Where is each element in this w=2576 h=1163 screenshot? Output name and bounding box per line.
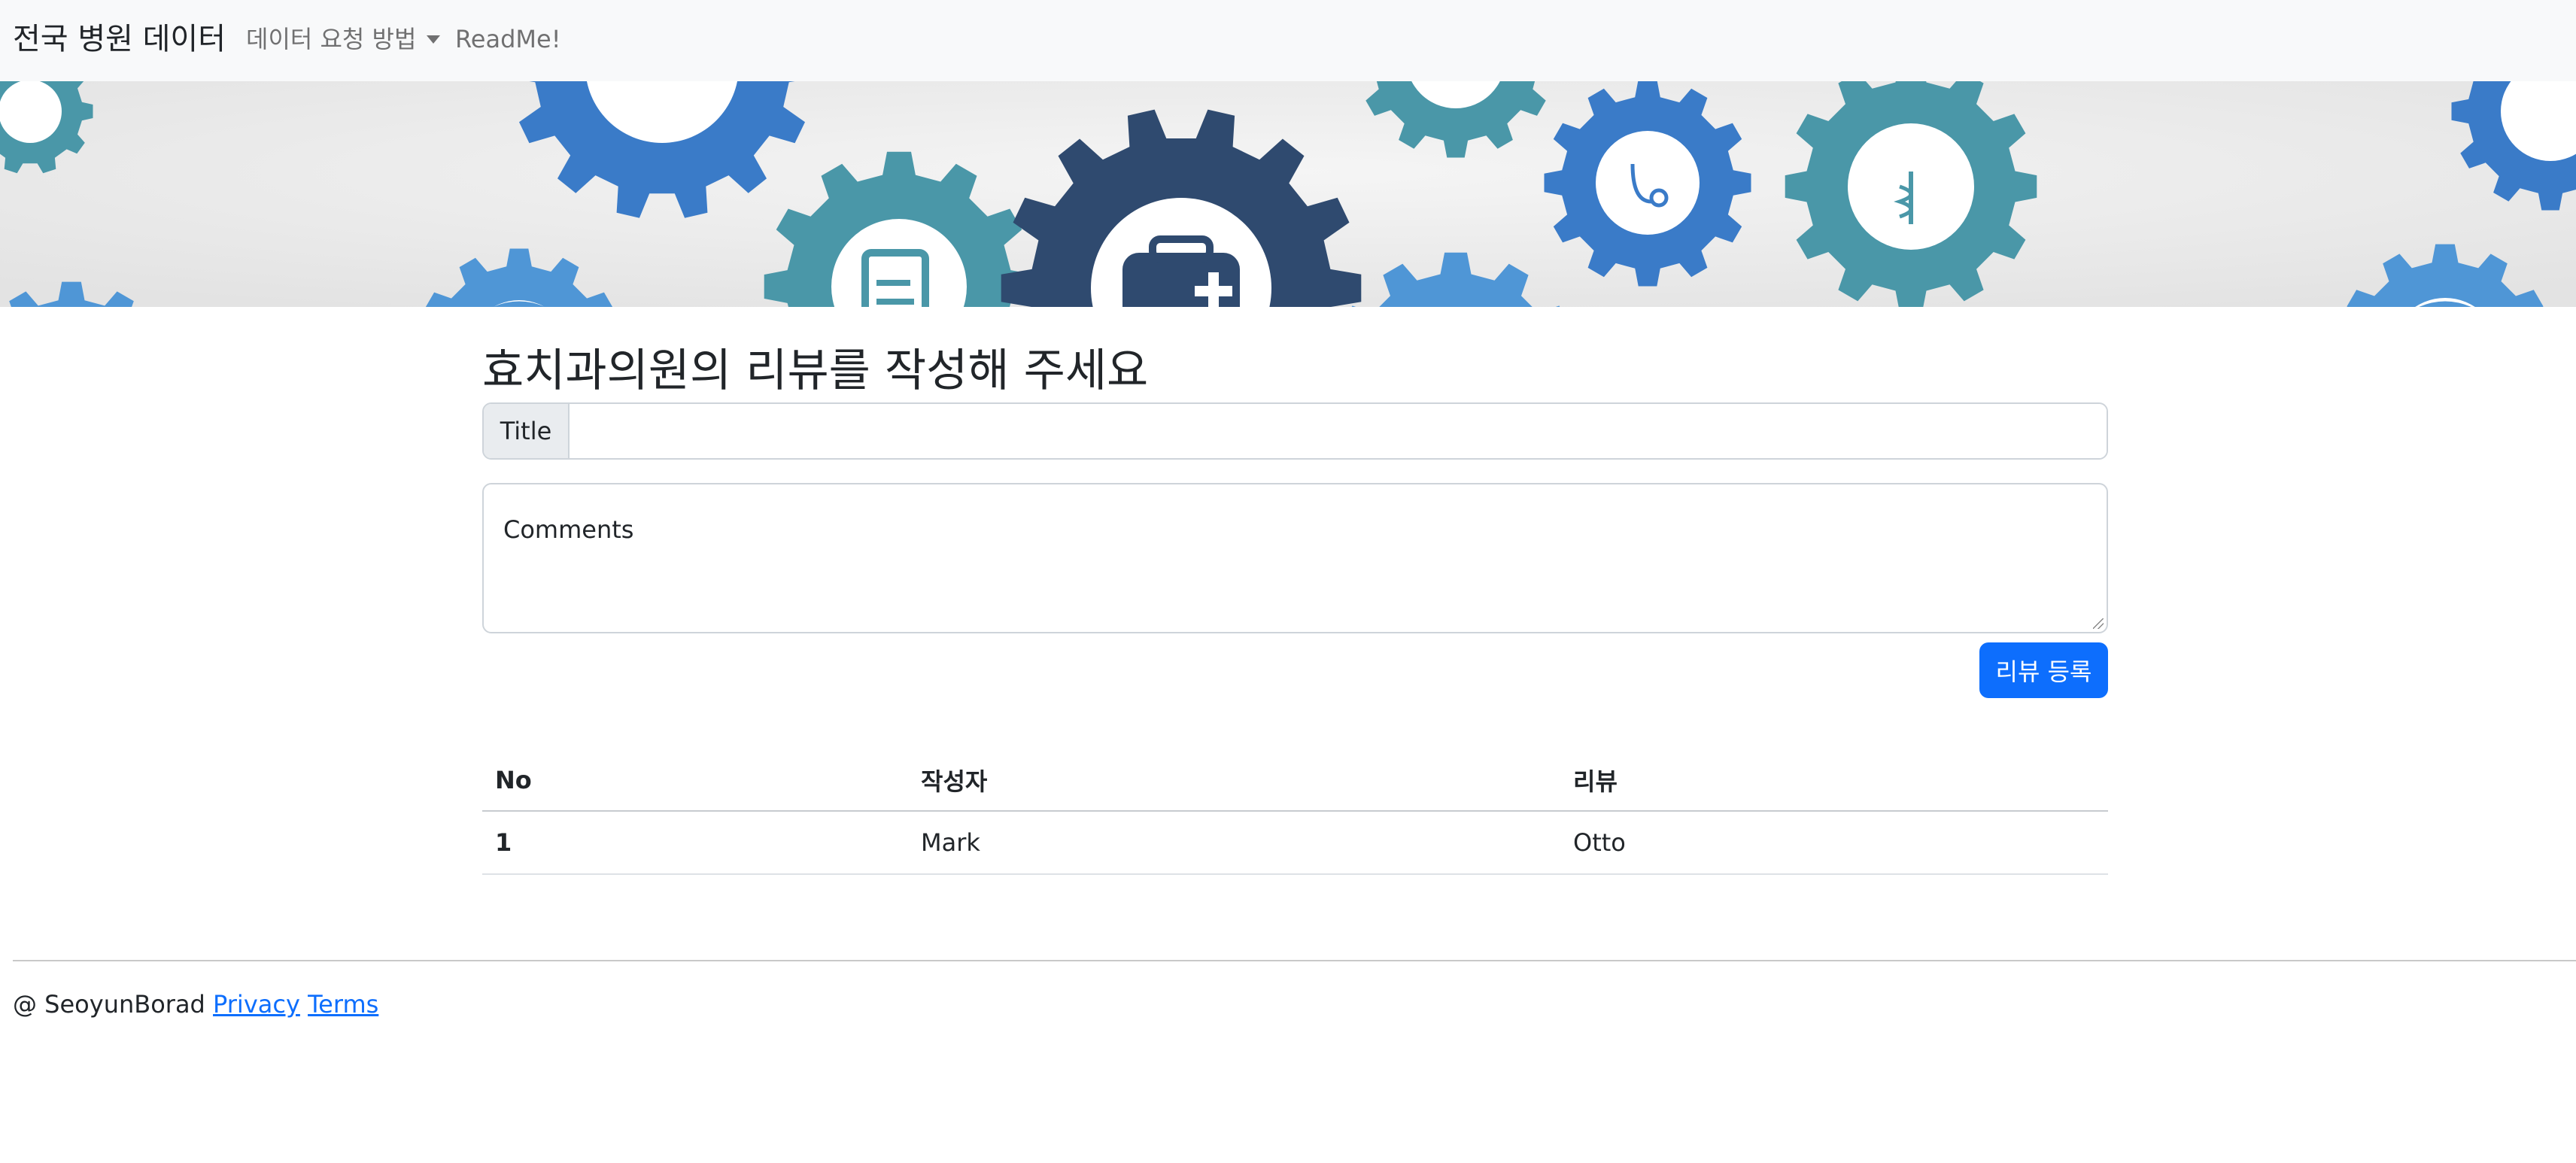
privacy-link[interactable]: Privacy bbox=[213, 990, 300, 1019]
hero-banner bbox=[0, 81, 2576, 307]
navbar: 전국 병원 데이터 데이터 요청 방법 ReadMe! bbox=[0, 0, 2576, 81]
submit-review-button[interactable]: 리뷰 등록 bbox=[1979, 642, 2108, 698]
gear-hub bbox=[1596, 131, 1700, 235]
plus-vertical bbox=[1208, 272, 1219, 307]
nav-dropdown-label: 데이터 요청 방법 bbox=[246, 25, 417, 53]
footer-divider bbox=[13, 960, 2576, 961]
navbar-brand[interactable]: 전국 병원 데이터 bbox=[13, 18, 226, 60]
medical-gears-illustration bbox=[0, 81, 2576, 307]
title-input-group: Title bbox=[482, 402, 2108, 460]
nav-dropdown-data-request[interactable]: 데이터 요청 방법 bbox=[246, 24, 441, 54]
chevron-down-icon bbox=[427, 35, 441, 44]
footer-copyright: @ SeoyunBorad bbox=[13, 990, 205, 1019]
reviews-table: No 작성자 리뷰 1 Mark Otto bbox=[482, 750, 2108, 875]
comments-textarea[interactable]: Comments bbox=[482, 483, 2108, 633]
column-header-review: 리뷰 bbox=[1560, 750, 2108, 812]
terms-link[interactable]: Terms bbox=[308, 990, 378, 1019]
nav-link-readme[interactable]: ReadMe! bbox=[455, 24, 561, 54]
column-header-author: 작성자 bbox=[908, 750, 1560, 812]
cell-no: 1 bbox=[482, 811, 908, 875]
title-label: Title bbox=[484, 404, 570, 458]
cell-author: Mark bbox=[908, 811, 1560, 875]
footer: @ SeoyunBorad Privacy Terms bbox=[13, 988, 378, 1021]
title-input[interactable] bbox=[570, 404, 2107, 458]
resize-handle-icon[interactable] bbox=[2093, 618, 2104, 629]
table-header-row: No 작성자 리뷰 bbox=[482, 750, 2108, 812]
cell-review: Otto bbox=[1560, 811, 2108, 875]
column-header-no: No bbox=[482, 750, 908, 812]
page-title: 효치과의원의 리뷰를 작성해 주세요 bbox=[482, 345, 1149, 397]
comments-placeholder: Comments bbox=[503, 515, 634, 544]
table-row: 1 Mark Otto bbox=[482, 811, 2108, 875]
